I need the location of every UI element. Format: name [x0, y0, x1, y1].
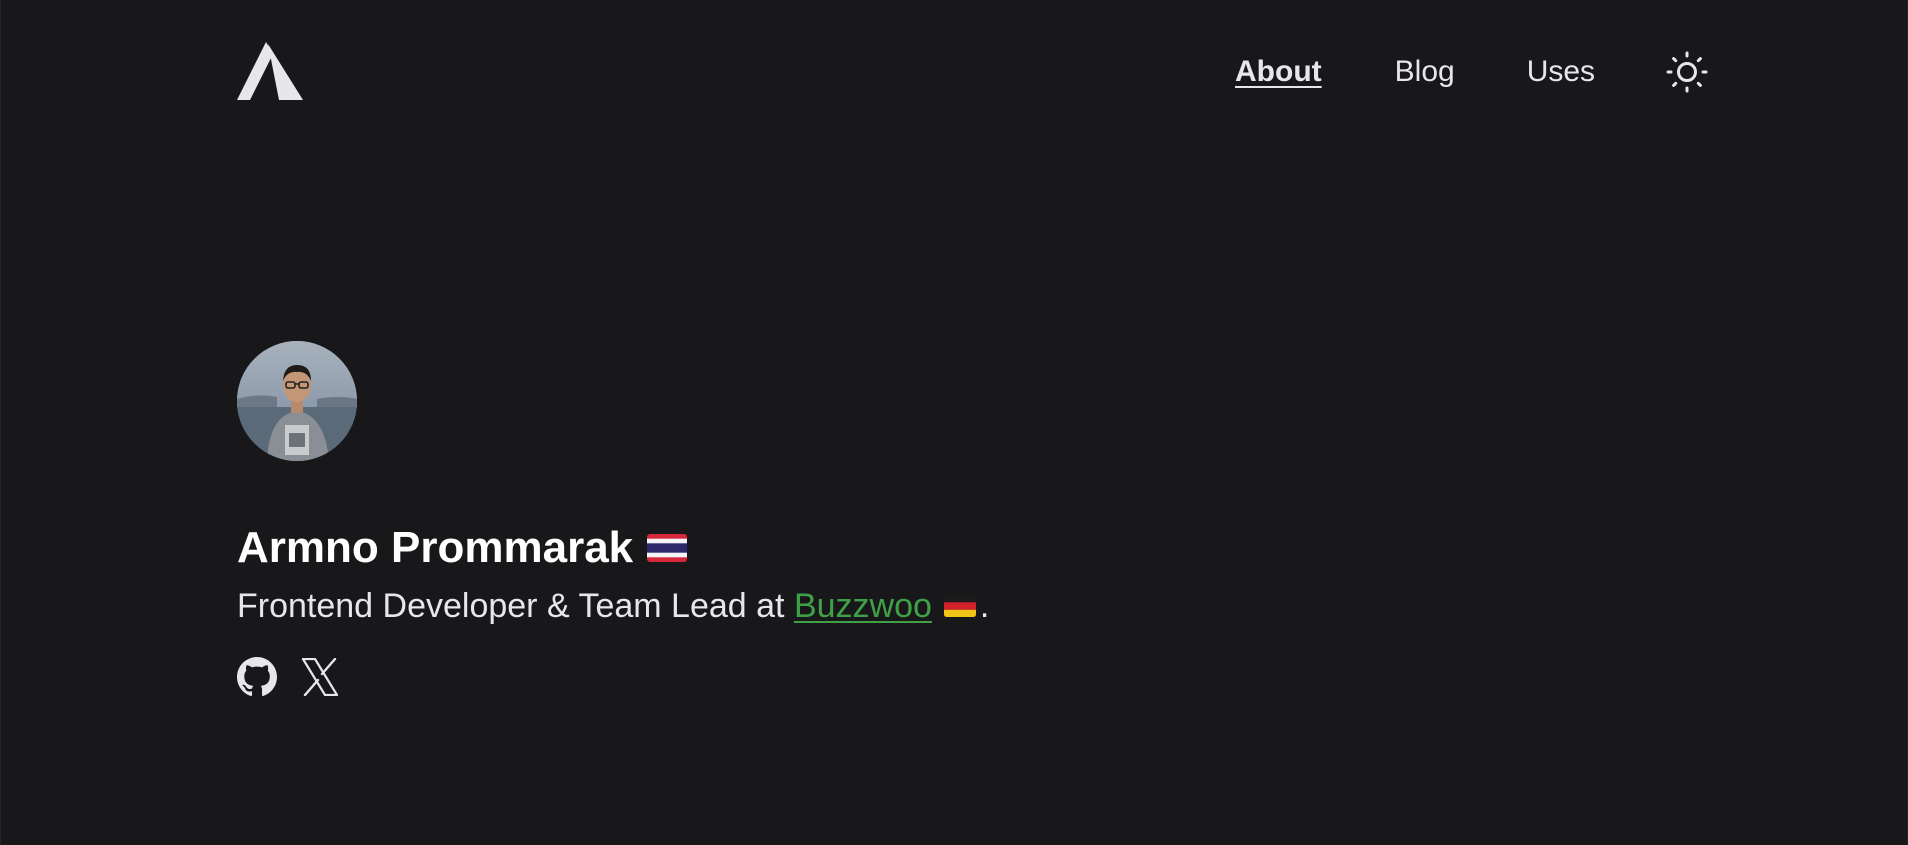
profile-name: Armno Prommarak [237, 522, 688, 574]
triangle-a-logo-icon [237, 42, 303, 100]
avatar [237, 341, 357, 461]
thailand-flag-icon [647, 534, 688, 562]
github-link[interactable] [237, 656, 277, 702]
nav-link-about[interactable]: About [1235, 52, 1322, 92]
x-twitter-link[interactable] [301, 657, 339, 701]
sun-icon [1666, 51, 1708, 93]
x-icon [301, 657, 339, 696]
nav-link-uses[interactable]: Uses [1527, 52, 1595, 92]
profile-tagline: Frontend Developer & Team Lead at Buzzwo… [237, 584, 989, 628]
social-links [237, 656, 339, 702]
profile-name-text: Armno Prommarak [237, 523, 634, 572]
main-nav: About Blog Uses [1235, 52, 1595, 92]
github-icon [237, 656, 277, 696]
theme-toggle-button[interactable] [1665, 50, 1709, 94]
nav-link-blog[interactable]: Blog [1395, 52, 1455, 92]
company-link-buzzwoo[interactable]: Buzzwoo [794, 584, 932, 628]
site-logo[interactable] [237, 42, 303, 100]
tagline-period: . [979, 587, 990, 625]
germany-flag-icon [943, 595, 976, 617]
profile-photo [237, 341, 357, 461]
page: About Blog Uses Armno Prommarak Frontend… [0, 0, 1908, 845]
tagline-text: Frontend Developer & Team Lead at [237, 587, 794, 625]
